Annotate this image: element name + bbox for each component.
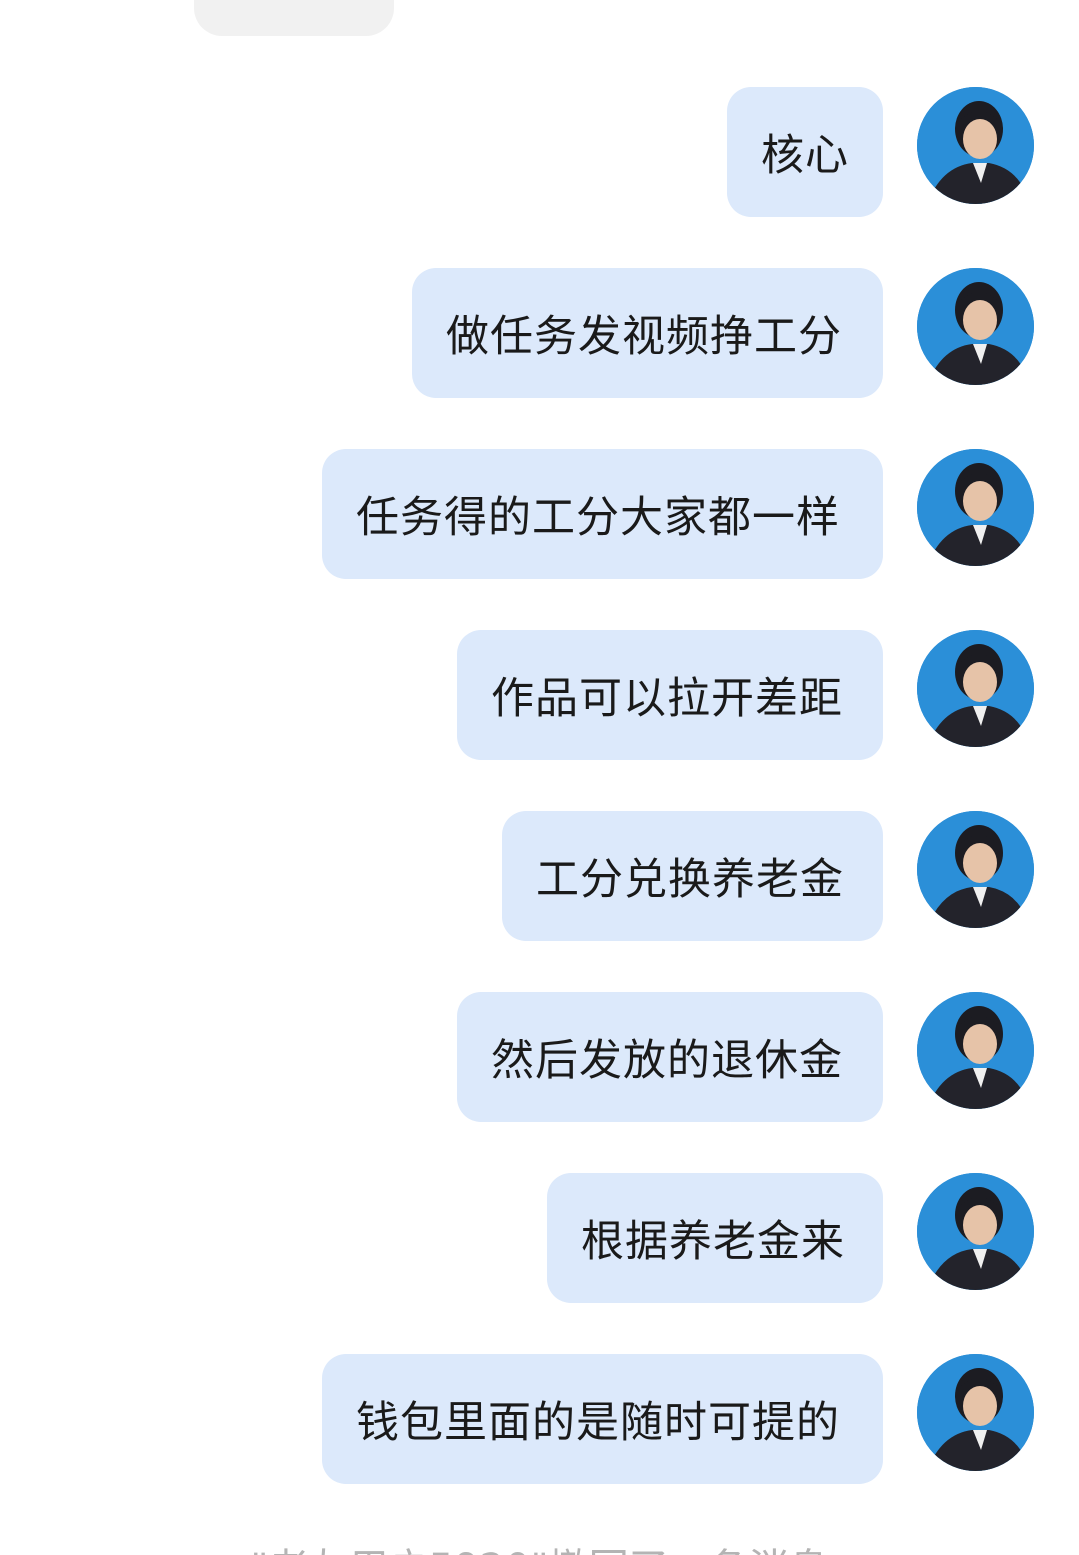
user-avatar-icon[interactable]: [917, 1354, 1034, 1471]
previous-message-bubble[interactable]: [194, 0, 394, 36]
message-bubble[interactable]: 做任务发视频挣工分: [412, 268, 883, 398]
chat-screen: 核心 做任务发视频挣工分 任务得的工分大家都一样 作品可以拉开差距 工分兑换养老…: [0, 0, 1079, 1555]
message-row: 然后发放的退休金: [0, 992, 1079, 1122]
message-bubble[interactable]: 作品可以拉开差距: [457, 630, 883, 760]
message-bubble[interactable]: 根据养老金来: [547, 1173, 883, 1303]
user-avatar-icon[interactable]: [917, 1173, 1034, 1290]
recall-notice: "老友用户5920"撤回了一条消息: [0, 1536, 1079, 1555]
message-bubble[interactable]: 工分兑换养老金: [502, 811, 883, 941]
user-avatar-icon[interactable]: [917, 992, 1034, 1109]
message-bubble[interactable]: 核心: [727, 87, 883, 217]
message-row: 作品可以拉开差距: [0, 630, 1079, 760]
message-row: 做任务发视频挣工分: [0, 268, 1079, 398]
message-bubble[interactable]: 钱包里面的是随时可提的: [322, 1354, 883, 1484]
message-row: 根据养老金来: [0, 1173, 1079, 1303]
user-avatar-icon[interactable]: [917, 449, 1034, 566]
user-avatar-icon[interactable]: [917, 630, 1034, 747]
message-row: 核心: [0, 87, 1079, 217]
message-row: 任务得的工分大家都一样: [0, 449, 1079, 579]
user-avatar-icon[interactable]: [917, 268, 1034, 385]
message-bubble[interactable]: 任务得的工分大家都一样: [322, 449, 883, 579]
user-avatar-icon[interactable]: [917, 87, 1034, 204]
message-row: 工分兑换养老金: [0, 811, 1079, 941]
message-bubble[interactable]: 然后发放的退休金: [457, 992, 883, 1122]
user-avatar-icon[interactable]: [917, 811, 1034, 928]
message-row: 钱包里面的是随时可提的: [0, 1354, 1079, 1484]
